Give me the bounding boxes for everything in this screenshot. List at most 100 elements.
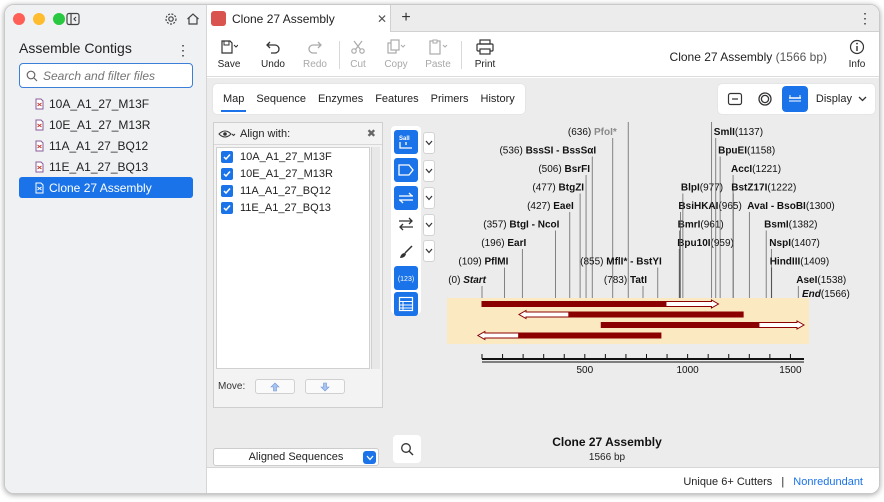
site-11[interactable]: (783) TatI	[604, 275, 647, 298]
paint-options-dropdown[interactable]	[423, 240, 435, 262]
aligned-read-3[interactable]	[600, 320, 806, 330]
circular-view-button[interactable]	[752, 86, 778, 112]
site-14[interactable]: BsiHKAI(965)	[678, 201, 742, 298]
align-item[interactable]: 10E_A1_27_M13R	[217, 166, 369, 182]
brush-icon	[400, 245, 413, 258]
chevron-down-icon	[425, 140, 433, 146]
view-tabs: Map Sequence Enzymes Features Primers Hi…	[213, 84, 525, 114]
redo-button[interactable]: Redo	[295, 37, 335, 73]
numbering-tool-button[interactable]: (123)	[394, 266, 418, 290]
sidebar-menu-icon[interactable]: ⋮	[175, 42, 191, 58]
search-input[interactable]	[43, 68, 183, 83]
checkbox-checked[interactable]	[221, 168, 233, 180]
copy-button[interactable]: Copy	[376, 37, 416, 73]
print-button[interactable]: Print	[465, 37, 505, 73]
display-menu-button[interactable]: Display	[812, 93, 871, 105]
feature-tool-button[interactable]	[394, 158, 418, 182]
swap-arrows-icon	[399, 217, 413, 231]
print-label: Print	[474, 59, 496, 70]
paste-button[interactable]: Paste	[418, 37, 458, 73]
status-bar: Unique 6+ Cutters | Nonredundant	[207, 467, 879, 493]
redo-icon	[305, 37, 325, 57]
site-5[interactable]: (477) BtgZI	[532, 183, 584, 299]
align-item[interactable]: 11A_A1_27_BQ12	[217, 183, 369, 199]
eye-icon[interactable]	[218, 129, 236, 139]
cut-button[interactable]: Cut	[338, 37, 378, 73]
primer-tool-button[interactable]	[394, 186, 418, 210]
feature-options-dropdown[interactable]	[423, 160, 435, 182]
linear-map-button[interactable]	[781, 86, 808, 112]
enzyme-tool-button[interactable]: SalI	[394, 130, 418, 154]
file-item-10a[interactable]: 10A_A1_27_M13F	[19, 93, 193, 114]
swap-options-dropdown[interactable]	[423, 214, 435, 236]
enzyme-set-info: Unique 6+ Cutters | Nonredundant	[683, 476, 863, 488]
site-0[interactable]: (0) Start	[448, 275, 487, 298]
zoom-button[interactable]	[393, 435, 421, 463]
file-item-11a[interactable]: 11A_A1_27_BQ12	[19, 135, 193, 156]
ruler-label: 1500	[779, 365, 802, 376]
swap-tool-button[interactable]	[394, 212, 418, 236]
align-item[interactable]: 11E_A1_27_BQ13	[217, 200, 369, 216]
site-label: (0) Start	[448, 275, 486, 286]
home-icon[interactable]	[185, 11, 201, 27]
paint-tool-button[interactable]	[394, 240, 418, 264]
nonredundant-link[interactable]: Nonredundant	[793, 476, 863, 488]
site-13[interactable]: BmrI(961)	[678, 220, 724, 299]
tab-features[interactable]: Features	[369, 84, 424, 114]
zoom-window-button[interactable]	[53, 13, 65, 25]
align-header: Align with: ✖	[214, 123, 382, 145]
close-tab-icon[interactable]: ✕	[374, 12, 390, 26]
move-up-button[interactable]	[255, 379, 296, 394]
move-down-button[interactable]	[305, 379, 346, 394]
file-label: 11A_A1_27_BQ12	[49, 138, 149, 153]
site-26[interactable]: End(1566)	[802, 289, 850, 300]
window-menu-icon[interactable]: ⋮	[857, 10, 873, 26]
copy-icon	[386, 37, 406, 57]
align-item-label: 10A_A1_27_M13F	[240, 151, 332, 163]
search-box[interactable]	[19, 63, 193, 88]
file-item-10e[interactable]: 10E_A1_27_M13R	[19, 114, 193, 135]
primer-options-dropdown[interactable]	[423, 187, 435, 209]
chevron-down-icon	[425, 168, 433, 174]
save-button[interactable]: Save	[209, 37, 249, 73]
site-4[interactable]: (427) EaeI	[527, 201, 574, 298]
close-window-button[interactable]	[13, 13, 25, 25]
site-label: (196) EarI	[481, 238, 526, 249]
aligned-read-4[interactable]	[476, 330, 662, 341]
sequence-map[interactable]: (0) Start (109) PflMI (196) EarI (357) BtgI…	[439, 122, 875, 467]
align-scrollbar[interactable]	[371, 147, 380, 369]
file-label: Clone 27 Assembly	[49, 180, 152, 195]
checkbox-checked[interactable]	[221, 202, 233, 214]
gear-icon[interactable]	[163, 11, 179, 27]
aligned-read-1[interactable]	[481, 299, 720, 309]
toggle-sidebar-icon[interactable]	[65, 11, 81, 27]
document-tab[interactable]: Clone 27 Assembly ✕	[207, 5, 391, 32]
close-icon[interactable]: ✖	[367, 127, 376, 140]
new-tab-button[interactable]: +	[397, 9, 415, 27]
tab-enzymes[interactable]: Enzymes	[312, 84, 369, 114]
aligned-sequences-select[interactable]: Aligned Sequences	[213, 448, 379, 466]
site-12[interactable]: Bpu10I(959)	[677, 238, 734, 298]
file-label: 10A_A1_27_M13F	[49, 96, 150, 111]
sequence-view-button[interactable]	[722, 86, 748, 112]
tab-map[interactable]: Map	[217, 84, 250, 114]
chevron-down-icon	[858, 96, 867, 102]
tab-sequence[interactable]: Sequence	[250, 84, 312, 114]
table-tool-button[interactable]	[394, 292, 418, 316]
file-item-clone-27[interactable]: Clone 27 Assembly	[19, 177, 193, 198]
file-item-11e[interactable]: 11E_A1_27_BQ13	[19, 156, 193, 177]
tab-history[interactable]: History	[475, 84, 521, 114]
sequence-file-icon	[35, 161, 44, 172]
site-2[interactable]: (196) EarI	[481, 238, 527, 298]
align-item[interactable]: 10A_A1_27_M13F	[217, 149, 369, 165]
align-list: 10A_A1_27_M13F 10E_A1_27_M13R 11A_A1_27_…	[216, 147, 370, 369]
checkbox-checked[interactable]	[221, 151, 233, 163]
undo-button[interactable]: Undo	[253, 37, 293, 73]
minimize-window-button[interactable]	[33, 13, 45, 25]
tab-primers[interactable]: Primers	[425, 84, 475, 114]
checkbox-checked[interactable]	[221, 185, 233, 197]
feature-arrow-icon	[398, 164, 414, 176]
enzyme-options-dropdown[interactable]	[423, 132, 435, 154]
aligned-read-2[interactable]	[518, 309, 744, 320]
info-button[interactable]: Info	[837, 37, 877, 73]
